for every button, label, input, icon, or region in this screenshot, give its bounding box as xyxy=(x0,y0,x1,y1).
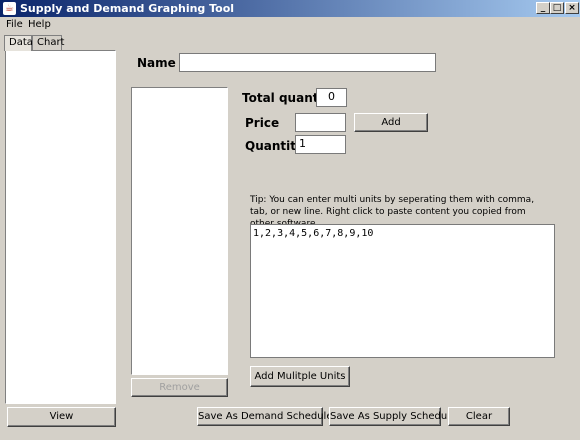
remove-button[interactable]: Remove xyxy=(131,378,228,397)
units-list[interactable] xyxy=(131,87,228,375)
maximize-button[interactable]: □ xyxy=(550,2,564,14)
name-label: Name xyxy=(137,56,176,70)
window-title: Supply and Demand Graphing Tool xyxy=(20,2,235,15)
close-button[interactable]: × xyxy=(565,2,579,14)
price-input[interactable] xyxy=(295,113,346,132)
menu-help[interactable]: Help xyxy=(26,19,53,30)
total-quantity-value: 0 xyxy=(316,88,347,107)
price-label: Price xyxy=(245,116,280,130)
java-cup-icon[interactable]: ☕ xyxy=(3,2,16,15)
add-multiple-units-button[interactable]: Add Mulitple Units xyxy=(250,366,350,387)
save-supply-schedule-button[interactable]: Save As Supply Schedule xyxy=(329,407,456,426)
save-demand-schedule-button[interactable]: Save As Demand Schedule xyxy=(197,407,333,426)
schedule-list[interactable] xyxy=(5,50,116,404)
view-button[interactable]: View xyxy=(7,407,116,427)
minimize-button[interactable]: _ xyxy=(536,2,550,14)
menu-file[interactable]: File xyxy=(4,19,25,30)
tab-chart[interactable]: Chart xyxy=(32,35,64,50)
app-window: ☕ Supply and Demand Graphing Tool _ □ × … xyxy=(0,0,580,440)
add-button[interactable]: Add xyxy=(354,113,428,132)
quantity-input[interactable]: 1 xyxy=(295,135,346,154)
menu-bar: File Help xyxy=(0,17,580,35)
multi-units-textarea[interactable]: 1,2,3,4,5,6,7,8,9,10 xyxy=(250,224,555,358)
name-input[interactable] xyxy=(179,53,436,72)
title-bar[interactable]: ☕ Supply and Demand Graphing Tool _ □ × xyxy=(0,0,580,17)
tab-data[interactable]: Data xyxy=(4,35,33,51)
clear-button[interactable]: Clear xyxy=(448,407,510,426)
